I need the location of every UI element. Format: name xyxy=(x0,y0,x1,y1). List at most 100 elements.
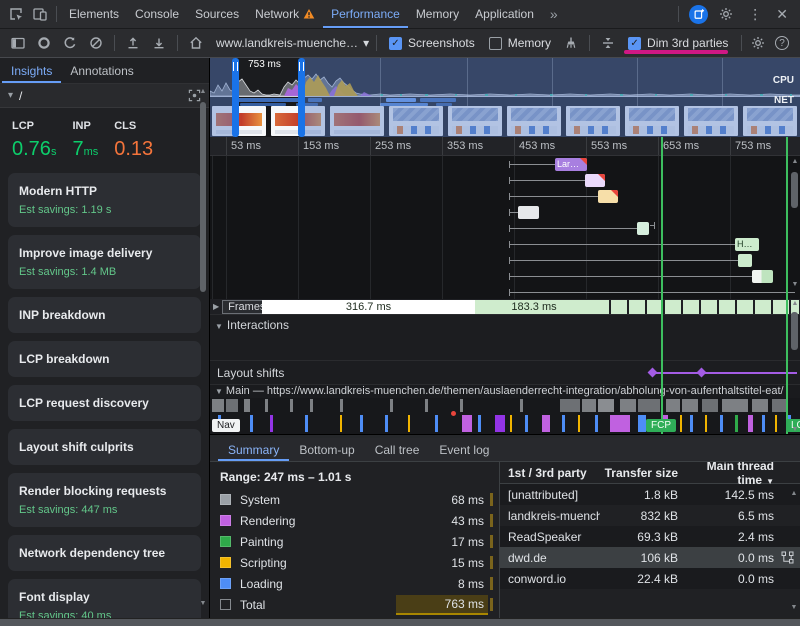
more-tabs-icon[interactable]: » xyxy=(542,6,566,22)
scroll-up-icon[interactable]: ▲ xyxy=(790,158,800,166)
timeline-overview[interactable]: 581 ms1,581 ms2,581 ms3,581 ms4,581 ms5,… xyxy=(210,58,800,137)
connected-device-icon[interactable] xyxy=(689,5,708,24)
insight-set-row[interactable]: ▾ / xyxy=(0,84,209,108)
devtools-tab[interactable]: Elements xyxy=(61,0,127,28)
fcp-marker[interactable]: FCP xyxy=(646,419,676,432)
collapse-tracks-icon[interactable] xyxy=(596,31,620,55)
network-request[interactable] xyxy=(637,222,649,235)
network-request[interactable] xyxy=(598,190,618,203)
garbage-collect-icon[interactable] xyxy=(559,31,583,55)
upload-profile-icon[interactable] xyxy=(121,31,145,55)
collapse-icon[interactable]: ▼ xyxy=(215,387,223,396)
capture-settings-icon[interactable] xyxy=(746,31,770,55)
table-row[interactable]: [unattributed] 1.8 kB 142.5 ms xyxy=(500,484,800,505)
sidebar-tab[interactable]: Annotations xyxy=(61,58,142,83)
layout-shift-event[interactable] xyxy=(648,368,658,378)
layout-shift-event[interactable] xyxy=(697,368,707,378)
insight-card[interactable]: Render blocking requests Est savings: 44… xyxy=(8,473,201,527)
sidebar-tab[interactable]: Insights xyxy=(2,58,61,83)
memory-checkbox[interactable]: Memory xyxy=(483,36,557,50)
insight-card[interactable]: LCP breakdown xyxy=(8,341,201,377)
device-toolbar-icon[interactable] xyxy=(28,2,52,26)
scroll-up-icon[interactable]: ▲ xyxy=(198,88,208,96)
legend-row[interactable]: Loading 8 ms xyxy=(220,573,493,594)
layout-shift-cluster[interactable] xyxy=(652,372,797,374)
main-thread-track-header[interactable]: ▼Main — https://www.landkreis-muenchen.d… xyxy=(210,385,800,398)
insight-card[interactable]: INP breakdown xyxy=(8,297,201,333)
scroll-up-icon[interactable]: ▲ xyxy=(790,300,800,308)
horizontal-scrollbar-track[interactable] xyxy=(0,618,800,626)
main-thread-flamechart[interactable]: Nav FCP LCP xyxy=(210,398,800,434)
insight-card[interactable]: Improve image delivery Est savings: 1.4 … xyxy=(8,235,201,289)
interactions-track[interactable]: ▼Interactions xyxy=(210,315,800,361)
toggle-sidebar-icon[interactable] xyxy=(6,31,30,55)
frames-track[interactable]: ▶ Frames 316.7 ms 183.3 ms xyxy=(210,299,800,315)
reload-record-icon[interactable] xyxy=(58,31,82,55)
col-entity-header[interactable]: 1st / 3rd party xyxy=(500,466,600,480)
insight-card[interactable]: Modern HTTP Est savings: 1.19 s xyxy=(8,173,201,227)
help-icon[interactable]: ? xyxy=(770,31,794,55)
devtools-tab[interactable]: Memory xyxy=(408,0,467,28)
settings-icon[interactable] xyxy=(714,2,738,26)
collapse-icon[interactable]: ▼ xyxy=(215,322,223,331)
insight-card[interactable]: Network dependency tree xyxy=(8,535,201,571)
legend-row[interactable]: Painting 17 ms xyxy=(220,531,493,552)
scroll-down-icon[interactable]: ▼ xyxy=(789,604,799,612)
network-request[interactable] xyxy=(738,254,752,267)
scrollbar-thumb[interactable] xyxy=(200,102,206,292)
devtools-tab[interactable]: Sources xyxy=(187,0,247,28)
scroll-down-icon[interactable]: ▼ xyxy=(198,600,208,608)
menu-kebab-icon[interactable]: ⋮ xyxy=(744,6,766,23)
legend-row[interactable]: Total 763 ms xyxy=(220,594,493,615)
details-tab[interactable]: Summary xyxy=(218,438,289,461)
download-profile-icon[interactable] xyxy=(147,31,171,55)
frame-bar[interactable]: 183.3 ms xyxy=(475,300,593,314)
network-request[interactable] xyxy=(518,206,539,219)
sidebar-scrollbar[interactable]: ▲ ▼ xyxy=(198,88,208,608)
screenshots-checkbox[interactable]: ✓ Screenshots xyxy=(383,36,481,50)
frame-segments[interactable] xyxy=(593,300,799,314)
clear-icon[interactable] xyxy=(84,31,108,55)
legend-row[interactable]: Rendering 43 ms xyxy=(220,510,493,531)
expand-icon[interactable]: ▶ xyxy=(213,302,219,311)
table-row[interactable]: conword.io 22.4 kB 0.0 ms xyxy=(500,568,800,589)
legend-row[interactable]: Scripting 15 ms xyxy=(220,552,493,573)
network-request[interactable] xyxy=(752,270,773,283)
devtools-tab[interactable]: Network xyxy=(247,0,323,28)
col-transfer-header[interactable]: Transfer size xyxy=(600,466,678,480)
scroll-down-icon[interactable]: ▼ xyxy=(790,281,800,289)
network-track[interactable]: Lar… H… ▲ ▼ xyxy=(210,156,800,299)
table-row[interactable]: ReadSpeaker 69.3 kB 2.4 ms xyxy=(500,526,800,547)
col-time-header[interactable]: Main thread time▼ xyxy=(678,462,774,487)
dim-3rd-parties-checkbox[interactable]: ✓ Dim 3rd parties xyxy=(622,36,734,50)
nav-marker[interactable]: Nav xyxy=(212,419,240,432)
metric[interactable]: INP 7ms xyxy=(72,120,98,161)
scrollbar-thumb[interactable] xyxy=(791,172,798,208)
network-request[interactable] xyxy=(585,174,605,187)
insight-card[interactable]: Layout shift culprits xyxy=(8,429,201,465)
inspect-icon[interactable] xyxy=(4,2,28,26)
metric[interactable]: LCP 0.76s xyxy=(12,120,56,161)
record-icon[interactable] xyxy=(32,31,56,55)
selection-handle-right[interactable] xyxy=(298,58,305,137)
insight-card[interactable]: Font display Est savings: 40 ms xyxy=(8,579,201,618)
details-tab[interactable]: Bottom-up xyxy=(289,438,364,461)
network-request[interactable]: Lar… xyxy=(555,158,587,171)
close-icon[interactable]: ✕ xyxy=(772,6,792,23)
scroll-down-icon[interactable]: ▼ xyxy=(790,426,800,434)
network-request[interactable]: H… xyxy=(735,238,759,251)
devtools-tab[interactable]: Performance xyxy=(323,0,408,28)
frame-bar[interactable]: 316.7 ms xyxy=(262,300,475,314)
layout-shifts-track[interactable]: Layout shifts xyxy=(210,361,800,385)
insight-card[interactable]: LCP request discovery xyxy=(8,385,201,421)
legend-row[interactable]: System 68 ms xyxy=(220,489,493,510)
scroll-up-icon[interactable]: ▲ xyxy=(789,490,799,498)
details-tab[interactable]: Call tree xyxy=(365,438,430,461)
table-row[interactable]: landkreis-muenchen.de1st party 832 kB 6.… xyxy=(500,505,800,526)
network-track-scrollbar[interactable]: ▲ ▼ xyxy=(790,158,799,297)
tracks-scrollbar[interactable]: ▲ ▼ xyxy=(790,300,799,434)
history-select[interactable]: www.landkreis-muenche… ▾ xyxy=(210,36,370,50)
table-row[interactable]: dwd.de 106 kB 0.0 ms xyxy=(500,547,800,568)
scrollbar-thumb[interactable] xyxy=(791,312,798,350)
details-tab[interactable]: Event log xyxy=(429,438,499,461)
